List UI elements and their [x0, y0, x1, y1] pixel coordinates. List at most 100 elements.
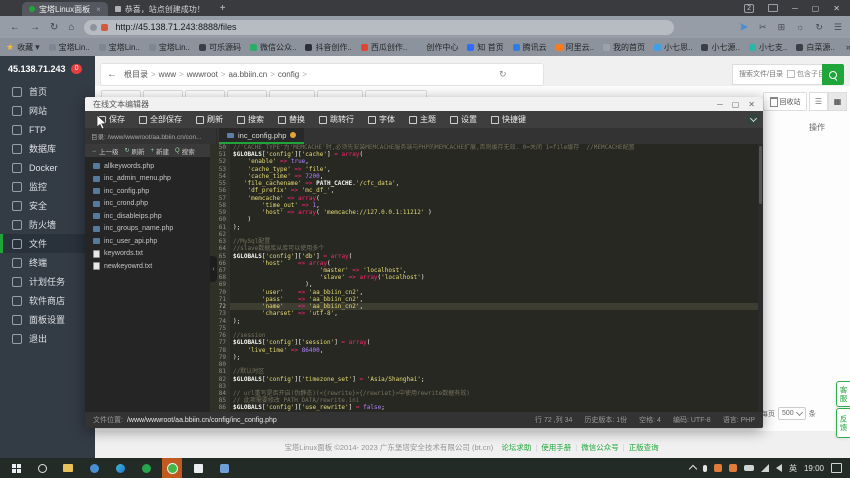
code-line[interactable]: 58 'time_out' => 1, — [210, 202, 763, 209]
volume-icon[interactable] — [776, 464, 782, 472]
per-page-select[interactable]: 500 — [778, 407, 806, 420]
notes-app-icon[interactable] — [188, 458, 208, 478]
code-line[interactable]: 85// 此项需要修改 PATH_DATA/rewrite.ini — [210, 397, 763, 404]
replace-button[interactable]: 替换 — [271, 111, 312, 128]
spaces-indicator[interactable]: 空格: 4 — [639, 415, 661, 425]
search-button[interactable]: 搜索 — [230, 111, 271, 128]
theme-button[interactable]: 主题 — [402, 111, 443, 128]
code-line[interactable]: 70 'user' => 'aa_bbiin_cn2', — [210, 289, 763, 296]
sidebar-collapse-handle[interactable]: ‹ — [210, 256, 217, 282]
file-list-item[interactable]: keywords.txt — [85, 248, 210, 261]
footer-link[interactable]: 使用手册 — [541, 443, 571, 452]
search-button[interactable] — [822, 64, 844, 85]
code-line[interactable]: 69 ), — [210, 281, 763, 288]
bookmark-item[interactable]: 小七思.. — [654, 42, 692, 53]
tray-app-icon[interactable] — [729, 464, 737, 472]
goto-line-button[interactable]: 跳转行 — [312, 111, 361, 128]
code-line[interactable]: 65$GLOBALS['config']['db'] = array( — [210, 253, 763, 260]
breadcrumb-segment[interactable]: aa.bbiin.cn — [228, 70, 267, 79]
taskbar-search-icon[interactable] — [32, 458, 52, 478]
footer-link[interactable]: 论坛求助 — [501, 443, 531, 452]
code-line[interactable]: 66 'host' => array( — [210, 260, 763, 267]
list-view-toggle[interactable]: ☰ — [809, 92, 828, 111]
refresh-button[interactable]: 刷新 — [189, 111, 230, 128]
dialog-maximize-icon[interactable]: ▢ — [732, 100, 740, 109]
breadcrumb-segment[interactable]: wwwroot — [187, 70, 218, 79]
code-line[interactable]: 77$GLOBALS['config']['session'] = array( — [210, 339, 763, 346]
code-line[interactable]: 76//session — [210, 332, 763, 339]
feedback-side-tab[interactable]: 反馈 — [836, 408, 850, 438]
back-icon[interactable]: ← — [10, 22, 20, 33]
url-input[interactable] — [113, 21, 597, 33]
refresh-path-icon[interactable]: ↻ — [499, 69, 507, 80]
taskbar-clock[interactable]: 19:00 — [804, 464, 824, 473]
code-line[interactable]: 61); — [210, 224, 763, 231]
send-page-icon[interactable] — [740, 23, 748, 31]
window-maximize-button[interactable]: ▢ — [812, 4, 820, 13]
hotkeys-button[interactable]: 快捷键 — [484, 111, 533, 128]
breadcrumb-segment[interactable]: www — [159, 70, 176, 79]
language-indicator[interactable]: 语言: PHP — [723, 415, 755, 425]
breadcrumb-segment[interactable]: 根目录 — [124, 69, 148, 80]
history-versions[interactable]: 历史版本: 1份 — [584, 415, 627, 425]
sidebar-item-firewall[interactable]: 防火墙 — [0, 215, 95, 234]
files-new-button[interactable]: +新建 — [149, 146, 172, 156]
home-icon[interactable]: ⌂ — [68, 22, 74, 33]
settings-button[interactable]: 设置 — [443, 111, 484, 128]
code-line[interactable]: 75 — [210, 325, 763, 332]
code-line[interactable]: 81//默认时区 — [210, 368, 763, 375]
reload-icon[interactable]: ↻ — [50, 22, 58, 33]
code-line[interactable]: 51$GLOBALS['config']['cache'] = array( — [210, 151, 763, 158]
start-button[interactable] — [6, 458, 26, 478]
sidebar-item-files[interactable]: 文件 — [0, 234, 95, 253]
sidebar-item-logout[interactable]: 退出 — [0, 329, 95, 348]
site-info-icon[interactable] — [90, 24, 97, 31]
menu-icon[interactable]: ☰ — [834, 22, 842, 33]
files-up-level-button[interactable]: →上一级 — [89, 146, 121, 156]
footer-link[interactable]: 正版查询 — [629, 443, 659, 452]
window-close-button[interactable]: ✕ — [833, 4, 840, 13]
bookmark-item[interactable]: 宝塔Lin.. — [49, 42, 90, 53]
code-line[interactable]: 59 'host' => array( 'memcache://127.0.0.… — [210, 209, 763, 216]
notification-center-icon[interactable] — [831, 463, 842, 473]
dialog-minimize-icon[interactable]: ─ — [717, 100, 723, 109]
code-line[interactable]: 72 'name' => 'aa_bbiin_cn2', — [210, 303, 763, 310]
daynight-icon[interactable]: ☼ — [796, 22, 804, 32]
footer-link[interactable]: 微信公众号 — [581, 443, 619, 452]
green-app-icon[interactable] — [136, 458, 156, 478]
code-line[interactable]: 80 — [210, 361, 763, 368]
code-line[interactable]: 79); — [210, 354, 763, 361]
sidebar-item-ftp[interactable]: FTP — [0, 120, 95, 139]
breadcrumb-segment[interactable]: config — [278, 70, 299, 79]
bookmark-item[interactable]: 西瓜创作.. — [361, 42, 407, 53]
bookmark-item[interactable]: 小七支.. — [749, 42, 787, 53]
code-line[interactable]: 50//'CACHE_TYPE'为'MEMCACHE'时,必须先安装MEMCAC… — [210, 144, 763, 151]
bookmark-item[interactable]: 微信公众.. — [250, 42, 296, 53]
code-line[interactable]: 82$GLOBALS['config']['timezone_set'] = '… — [210, 376, 763, 383]
keyboard-icon[interactable] — [744, 465, 754, 471]
code-line[interactable]: 71 'pass' => 'aa_bbiin_cn2', — [210, 296, 763, 303]
bookmark-item[interactable]: 我的首页 — [603, 42, 645, 53]
tray-app-icon[interactable] — [714, 464, 722, 472]
code-line[interactable]: 74); — [210, 318, 763, 325]
bookmark-item[interactable]: 小七源.. — [701, 42, 739, 53]
font-button[interactable]: 字体 — [361, 111, 402, 128]
code-line[interactable]: 57 'memcache' => array( — [210, 195, 763, 202]
code-line[interactable]: 55 'file_cachename' => PATH_CACHE.'/cfc_… — [210, 180, 763, 187]
editor-file-tab[interactable]: inc_config.php — [219, 128, 304, 144]
detail-view-toggle[interactable]: ▦ — [828, 92, 847, 111]
code-line[interactable]: 68 'slave' => array('localhost') — [210, 274, 763, 281]
file-list-item[interactable]: inc_admin_menu.php — [85, 173, 210, 186]
modified-dot-icon[interactable] — [290, 132, 296, 138]
address-bar[interactable] — [84, 20, 674, 35]
support-side-tab[interactable]: 客服 — [836, 381, 850, 407]
favorites-button[interactable]: ★ 收藏 ▾ — [6, 42, 40, 53]
apps-grid-icon[interactable]: ⊞ — [778, 22, 786, 33]
bookmark-item[interactable]: 宝塔Lin.. — [149, 42, 190, 53]
sidebar-item-site[interactable]: 网站 — [0, 101, 95, 120]
tab-count-badge[interactable]: 2 — [744, 4, 754, 13]
toolbar-collapse-button[interactable] — [747, 114, 759, 125]
code-line[interactable]: 86$GLOBALS['config']['use_rewrite'] = fa… — [210, 404, 763, 411]
code-editor[interactable]: 50//'CACHE_TYPE'为'MEMCACHE'时,必须先安装MEMCAC… — [210, 144, 763, 412]
microphone-icon[interactable] — [703, 465, 707, 472]
